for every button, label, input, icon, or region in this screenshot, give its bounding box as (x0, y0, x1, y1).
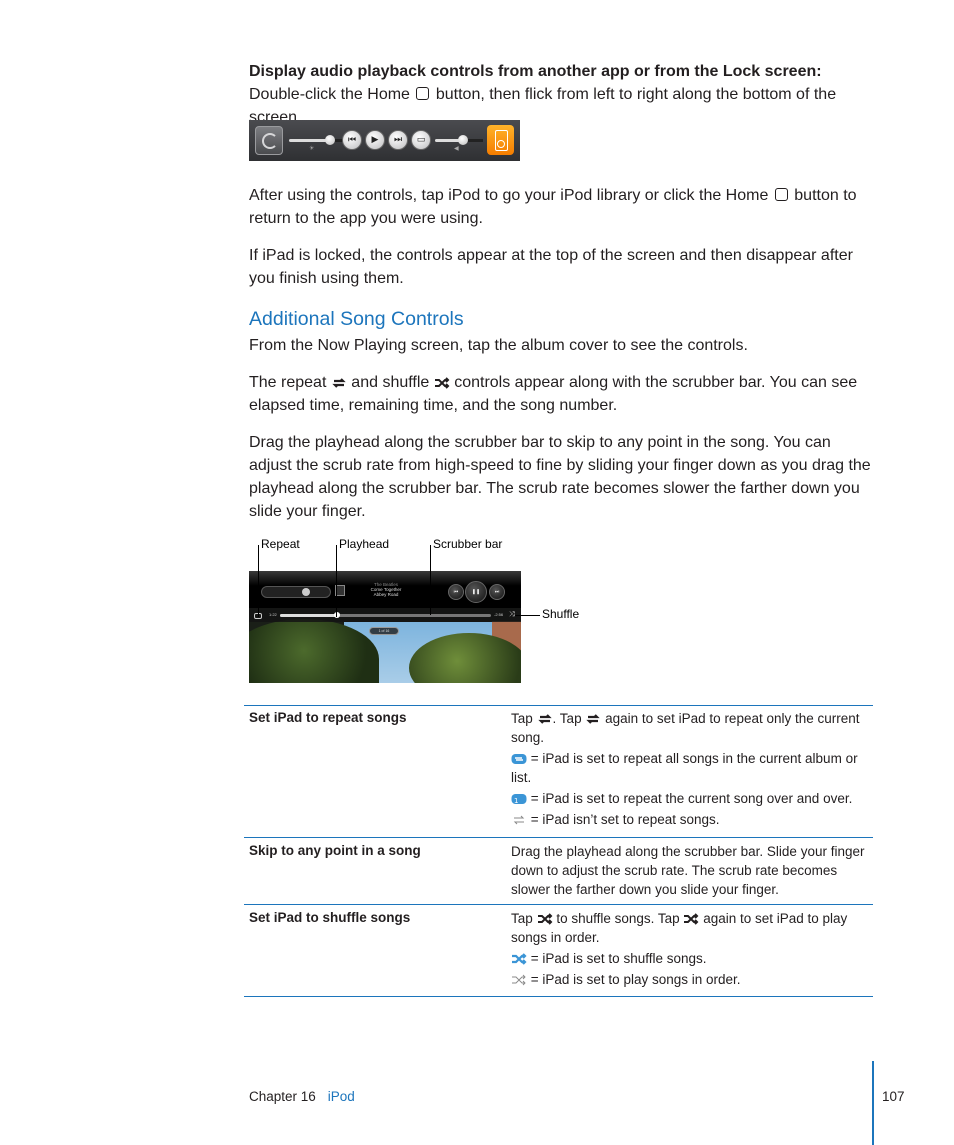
locked-paragraph: If iPad is locked, the controls appear a… (249, 247, 853, 287)
playback-controls-strip: ☀ ⏮ ▶ ⏭ ▭ ◀ (249, 120, 520, 161)
callout-line-playhead (336, 545, 337, 617)
row-label-shuffle: Set iPad to shuffle songs (249, 910, 411, 925)
after-controls-paragraph: After using the controls, tap iPod to go… (249, 184, 874, 230)
row-desc-repeat: Tap . Tap again to set iPad to repeat on… (511, 709, 866, 831)
track-info: The Beatles Come Together Abbey Road (349, 582, 423, 597)
text: = iPad isn’t set to repeat songs. (530, 812, 720, 827)
intro-bold-lead: Display audio playback controls from ano… (249, 63, 822, 80)
callout-line-scrubber (430, 545, 431, 615)
shuffle-icon (537, 913, 552, 925)
section-heading: Additional Song Controls (249, 308, 464, 330)
text: Tap (511, 711, 533, 726)
callout-shuffle: Shuffle (542, 607, 580, 621)
callout-scrubber: Scrubber bar (433, 537, 503, 551)
section-intro: From the Now Playing screen, tap the alb… (249, 337, 748, 354)
text: = iPad is set to repeat the current song… (530, 791, 853, 806)
footer-divider (872, 1061, 874, 1145)
repeat-off-icon (513, 815, 525, 825)
text: = iPad is set to repeat all songs in the… (511, 751, 858, 785)
repeat-icon (332, 378, 346, 388)
album-name: Abbey Road (373, 592, 399, 597)
table-rule (244, 837, 873, 838)
intro-text-a: Double-click the Home (249, 86, 410, 103)
callout-repeat: Repeat (261, 537, 300, 551)
song-number: 1 of 16 (369, 627, 399, 635)
chapter-label: Chapter 16 (249, 1089, 316, 1104)
page-number: 107 (882, 1089, 905, 1104)
text: . Tap (552, 711, 582, 726)
shuffle-icon (434, 377, 450, 389)
shuffle-icon: ⤨ (509, 610, 515, 618)
repeat-icon (586, 714, 600, 724)
airplay-icon: ▭ (411, 130, 431, 150)
previous-track-icon: ⏮ (342, 130, 362, 150)
row-label-repeat: Set iPad to repeat songs (249, 710, 407, 725)
remaining-time: -2:56 (494, 612, 504, 617)
table-rule (244, 996, 873, 997)
shuffle-on-icon (512, 953, 527, 965)
volume-icon: ◀ (454, 146, 459, 152)
repeat-icon (537, 714, 552, 724)
next-track-icon: ⏭ (489, 584, 505, 600)
previous-track-icon: ⏮ (448, 584, 464, 600)
pause-icon: ❚❚ (465, 581, 487, 603)
table-rule (244, 705, 873, 706)
section-link[interactable]: iPod (328, 1089, 355, 1104)
volume-slider (435, 135, 483, 145)
shuffle-icon (684, 913, 699, 925)
repeat-one-icon: 1 (511, 794, 527, 805)
table-rule (244, 904, 873, 905)
svg-text:1: 1 (514, 797, 518, 805)
home-button-icon (416, 87, 430, 100)
row-desc-skip: Drag the playhead along the scrubber bar… (511, 842, 866, 901)
brightness-icon: ☀ (309, 146, 315, 152)
row-label-skip: Skip to any point in a song (249, 843, 421, 858)
footer-chapter: Chapter 16 iPod (249, 1089, 355, 1104)
rotation-lock-icon (255, 126, 283, 155)
after-text-a: After using the controls, tap iPod to go… (249, 187, 769, 204)
text: Drag the playhead along the scrubber bar… (511, 844, 865, 897)
callout-line-repeat (258, 545, 259, 617)
scrub-paragraph: Drag the playhead along the scrubber bar… (249, 434, 871, 520)
p2-text-a: The repeat (249, 374, 327, 391)
ipod-app-icon (487, 125, 514, 155)
scrubber-fill (280, 614, 337, 617)
volume-slider (261, 586, 331, 598)
next-track-icon: ⏭ (388, 130, 408, 150)
elapsed-time: 1:22 (269, 612, 277, 617)
shuffle-off-icon (512, 974, 526, 986)
row-desc-shuffle: Tap to shuffle songs. Tap again to set i… (511, 909, 866, 991)
repeat-all-icon (511, 754, 527, 764)
text: Tap (511, 911, 533, 926)
text: = iPad is set to shuffle songs. (530, 951, 707, 966)
callout-line-shuffle (515, 615, 540, 616)
text: to shuffle songs. Tap (556, 911, 680, 926)
intro-paragraph: Display audio playback controls from ano… (249, 60, 874, 129)
home-button-icon (774, 188, 788, 201)
scrubber-bar (280, 612, 491, 618)
text: = iPad is set to play songs in order. (530, 972, 741, 987)
play-icon: ▶ (365, 130, 385, 150)
repeat-shuffle-paragraph: The repeat and shuffle controls appear a… (249, 371, 874, 417)
callout-playhead: Playhead (339, 537, 390, 551)
p2-text-b: and shuffle (351, 374, 430, 391)
now-playing-screenshot: The Beatles Come Together Abbey Road ⏮ ❚… (249, 571, 521, 683)
